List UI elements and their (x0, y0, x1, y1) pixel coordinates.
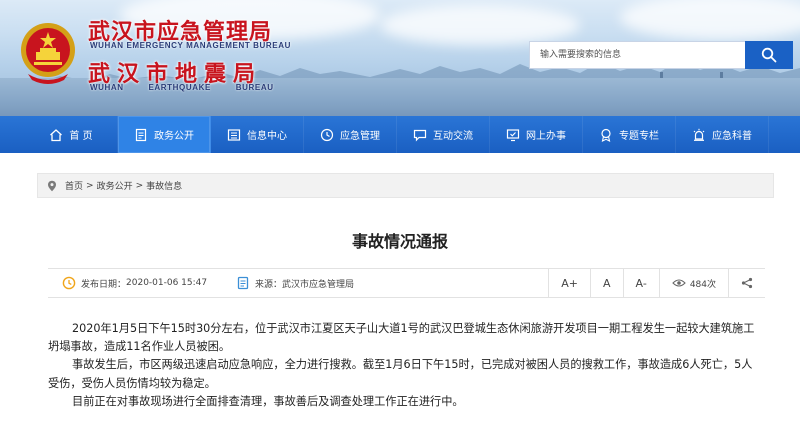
view-count-value: 484次 (689, 279, 716, 290)
breadcrumb-link-accident-info[interactable]: 事故信息 (146, 179, 182, 192)
article-tools: A+ A A- 484次 (548, 268, 765, 298)
article-source: 来源： 武汉市应急管理局 (236, 276, 354, 290)
main-nav: 首 页 政务公开 信息中心 应急管理 互动交流 网上办事 专题专栏 应急科普 (0, 116, 800, 153)
article-paragraph: 目前正在对事故现场进行全面排查清理，事故善后及调查处理工作正在进行中。 (72, 394, 464, 408)
breadcrumb-link-home[interactable]: 首页 (65, 179, 83, 192)
location-pin-icon (48, 180, 56, 191)
article-paragraph: 事故发生后，市区两级迅速启动应急响应，全力进行搜救。截至1月6日下午15时，已完… (48, 358, 753, 390)
share-button[interactable] (728, 268, 765, 298)
search-box (529, 40, 793, 69)
source-value: 武汉市应急管理局 (282, 279, 355, 290)
nav-item-emergency-science[interactable]: 应急科普 (676, 116, 769, 153)
font-decrease-button[interactable]: A- (622, 268, 659, 298)
nav-item-label: 信息中心 (247, 131, 287, 142)
nav-item-label: 网上办事 (526, 131, 566, 142)
article-paragraph: 2020年1月5日下午15时30分左右，位于武汉市江夏区天子山大道1号的武汉巴登… (48, 322, 755, 354)
monitor-check-icon (506, 128, 520, 141)
home-icon (50, 128, 63, 141)
nav-item-special-topics[interactable]: 专题专栏 (583, 116, 676, 153)
breadcrumb-separator: > (135, 180, 144, 191)
header-banner: 武汉市应急管理局 WUHAN EMERGENCY MANAGEMENT BURE… (0, 0, 800, 116)
font-increase-button[interactable]: A+ (548, 268, 590, 298)
site-title-secondary-en: WUHAN EARTHQUAKE BUREAU (90, 83, 274, 92)
badge-icon (601, 128, 611, 142)
document-icon (135, 128, 147, 141)
nav-item-label: 首 页 (69, 131, 93, 142)
site-title-primary-en: WUHAN EMERGENCY MANAGEMENT BUREAU (90, 41, 291, 50)
nav-item-label: 专题专栏 (619, 131, 659, 142)
article-meta-bar: 发布日期： 2020-01-06 15:47 来源： 武汉市应急管理局 A+ A… (48, 268, 765, 298)
clock-icon (320, 128, 334, 141)
search-input[interactable] (530, 42, 745, 68)
font-default-button[interactable]: A (590, 268, 623, 298)
chat-icon (413, 129, 427, 141)
view-count: 484次 (658, 268, 728, 298)
nav-item-label: 政务公开 (154, 131, 194, 142)
eye-icon (672, 279, 686, 287)
article-body: 2020年1月5日下午15时30分左右，位于武汉市江夏区天子山大道1号的武汉巴登… (48, 320, 763, 411)
nav-item-label: 应急科普 (712, 131, 752, 142)
publish-date-label: 发布日期： (81, 279, 127, 290)
nav-item-interaction[interactable]: 互动交流 (397, 116, 490, 153)
breadcrumb-separator: > (86, 180, 94, 191)
share-icon (741, 277, 753, 289)
national-emblem-icon (21, 23, 75, 84)
document-icon (237, 276, 249, 290)
breadcrumb: 首页 > 政务公开 > 事故信息 (37, 173, 774, 198)
source-label: 来源： (255, 279, 283, 290)
breadcrumb-link-government-affairs[interactable]: 政务公开 (97, 179, 133, 192)
clock-icon (62, 276, 76, 290)
nav-item-government-affairs[interactable]: 政务公开 (118, 116, 211, 153)
search-icon (761, 47, 777, 62)
nav-item-label: 应急管理 (340, 131, 380, 142)
publish-date-value: 2020-01-06 15:47 (126, 278, 208, 288)
search-button[interactable] (745, 40, 793, 69)
nav-item-home[interactable]: 首 页 (25, 116, 118, 153)
article-title: 事故情况通报 (351, 232, 448, 251)
info-list-icon (227, 128, 241, 141)
nav-item-online-services[interactable]: 网上办事 (490, 116, 583, 153)
siren-icon (693, 128, 705, 141)
nav-item-emergency-management[interactable]: 应急管理 (304, 116, 397, 153)
nav-item-info-center[interactable]: 信息中心 (211, 116, 304, 153)
publish-date: 发布日期： 2020-01-06 15:47 (62, 276, 207, 290)
nav-item-label: 互动交流 (433, 131, 473, 142)
